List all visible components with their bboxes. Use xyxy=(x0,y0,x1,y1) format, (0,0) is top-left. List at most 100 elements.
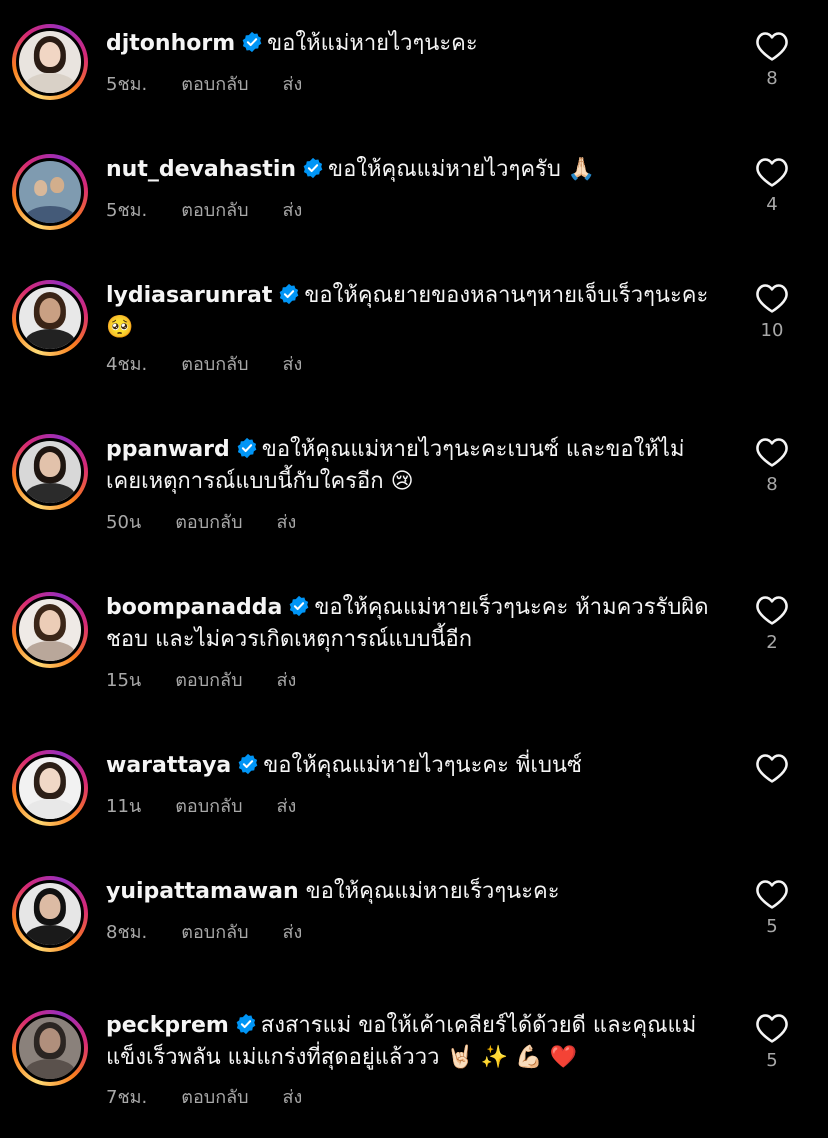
comment-time: 5ชม. xyxy=(106,74,148,95)
like-count: 2 xyxy=(766,632,778,653)
username[interactable]: djtonhorm xyxy=(106,31,235,56)
verified-badge-icon xyxy=(236,1013,256,1035)
comment-text: สงสารแม่ ขอให้เค้าเคลียร์ได้ด้วยดี และคุ… xyxy=(260,1013,697,1038)
avatar-story-ring[interactable] xyxy=(12,280,88,356)
avatar-story-ring[interactable] xyxy=(12,750,88,826)
username[interactable]: lydiasarunrat xyxy=(106,283,272,308)
send-button[interactable]: ส่ง xyxy=(283,73,303,97)
heart-outline-icon[interactable] xyxy=(755,156,789,188)
comment-time: 7ชม. xyxy=(106,1087,148,1108)
verified-badge-icon xyxy=(237,437,257,459)
like-count: 8 xyxy=(766,68,778,89)
verified-badge-icon xyxy=(303,157,323,179)
avatar[interactable] xyxy=(16,596,84,664)
reply-button[interactable]: ตอบกลับ xyxy=(181,199,248,223)
reply-button[interactable]: ตอบกลับ xyxy=(181,1086,248,1110)
avatar[interactable] xyxy=(16,438,84,506)
comment-meta: 15น ตอบกลับ ส่ง xyxy=(106,669,296,693)
reply-button[interactable]: ตอบกลับ xyxy=(181,921,248,945)
comment-text: ขอให้แม่หายไวๆนะคะ xyxy=(267,31,478,56)
reply-button[interactable]: ตอบกลับ xyxy=(181,353,248,377)
username[interactable]: yuipattamawan xyxy=(106,879,299,904)
heart-outline-icon[interactable] xyxy=(755,1012,789,1044)
heart-outline-icon[interactable] xyxy=(755,878,789,910)
comment-line: ppanward ขอให้คุณแม่หายไวๆนะคะเบนซ์ และขอ… xyxy=(106,434,722,466)
send-button[interactable]: ส่ง xyxy=(283,353,303,377)
comment-meta: 4ชม. ตอบกลับ ส่ง xyxy=(106,353,302,377)
avatar-story-ring[interactable] xyxy=(12,876,88,952)
like-button[interactable]: 8 xyxy=(752,30,792,89)
comment-text: ขอให้คุณแม่หายเร็วๆนะคะ ห้ามควรรับผิด xyxy=(314,595,709,620)
send-button[interactable]: ส่ง xyxy=(283,1086,303,1110)
send-button[interactable]: ส่ง xyxy=(277,511,297,535)
reply-button[interactable]: ตอบกลับ xyxy=(175,669,242,693)
avatar-story-ring[interactable] xyxy=(12,154,88,230)
avatar[interactable] xyxy=(16,880,84,948)
comment-text: ขอให้คุณแม่หายไวๆนะคะเบนซ์ และขอให้ไม่ xyxy=(261,437,685,462)
comment-meta: 50น ตอบกลับ ส่ง xyxy=(106,511,296,535)
heart-outline-icon[interactable] xyxy=(755,282,789,314)
comment-time: 15น xyxy=(106,670,142,691)
comment-line: peckprem สงสารแม่ ขอให้เค้าเคลียร์ได้ด้วย… xyxy=(106,1010,722,1042)
verified-badge-icon xyxy=(242,31,262,53)
like-button[interactable]: 8 xyxy=(752,436,792,495)
avatar-story-ring[interactable] xyxy=(12,24,88,100)
comment-line: nut_devahastin ขอให้คุณแม่หายไวๆครับ 🙏🏻 xyxy=(106,154,722,186)
heart-outline-icon[interactable] xyxy=(755,594,789,626)
comment-meta: 7ชม. ตอบกลับ ส่ง xyxy=(106,1086,302,1110)
avatar[interactable] xyxy=(16,754,84,822)
like-count: 10 xyxy=(760,320,784,341)
reply-button[interactable]: ตอบกลับ xyxy=(175,795,242,819)
avatar[interactable] xyxy=(16,1014,84,1082)
comment-line: yuipattamawan ขอให้คุณแม่หายเร็วๆนะคะ xyxy=(106,876,722,908)
reply-button[interactable]: ตอบกลับ xyxy=(175,511,242,535)
username[interactable]: warattaya xyxy=(106,753,231,778)
like-button[interactable] xyxy=(752,752,792,790)
verified-badge-icon xyxy=(289,595,309,617)
username[interactable]: peckprem xyxy=(106,1013,229,1038)
send-button[interactable]: ส่ง xyxy=(277,669,297,693)
avatar[interactable] xyxy=(16,28,84,96)
heart-outline-icon[interactable] xyxy=(755,30,789,62)
username[interactable]: nut_devahastin xyxy=(106,157,296,182)
like-button[interactable]: 5 xyxy=(752,1012,792,1071)
comment-time: 4ชม. xyxy=(106,354,148,375)
avatar-story-ring[interactable] xyxy=(12,592,88,668)
comment-text: ขอให้คุณแม่หายไวๆครับ 🙏🏻 xyxy=(328,157,596,182)
like-button[interactable]: 10 xyxy=(752,282,792,341)
username[interactable]: ppanward xyxy=(106,437,230,462)
heart-outline-icon[interactable] xyxy=(755,752,789,784)
like-count: 4 xyxy=(766,194,778,215)
avatar[interactable] xyxy=(16,158,84,226)
comment-text: ขอให้คุณแม่หายเร็วๆนะคะ xyxy=(305,879,560,904)
send-button[interactable]: ส่ง xyxy=(277,795,297,819)
comment-time: 8ชม. xyxy=(106,922,148,943)
like-count: 8 xyxy=(766,474,778,495)
comment-time: 11น xyxy=(106,796,142,817)
like-count: 5 xyxy=(766,916,778,937)
comment-meta: 8ชม. ตอบกลับ ส่ง xyxy=(106,921,302,945)
send-button[interactable]: ส่ง xyxy=(283,921,303,945)
avatar-story-ring[interactable] xyxy=(12,434,88,510)
comment-line: djtonhorm ขอให้แม่หายไวๆนะคะ xyxy=(106,28,722,60)
avatar-story-ring[interactable] xyxy=(12,1010,88,1086)
username[interactable]: boompanadda xyxy=(106,595,282,620)
comment-time: 5ชม. xyxy=(106,200,148,221)
like-button[interactable]: 5 xyxy=(752,878,792,937)
heart-outline-icon[interactable] xyxy=(755,436,789,468)
comment-line: boompanadda ขอให้คุณแม่หายเร็วๆนะคะ ห้ามค… xyxy=(106,592,722,624)
like-button[interactable]: 4 xyxy=(752,156,792,215)
send-button[interactable]: ส่ง xyxy=(283,199,303,223)
comment-text: ขอให้คุณแม่หายไวๆนะคะ พี่เบนซ์ xyxy=(263,753,582,778)
comment-line: แข็งเร็วพลัน แม่แกร่งที่สุดอยู่แล้ววว 🤘🏻… xyxy=(106,1045,577,1070)
avatar[interactable] xyxy=(16,284,84,352)
comment-time: 50น xyxy=(106,512,142,533)
comment-meta: 11น ตอบกลับ ส่ง xyxy=(106,795,296,819)
verified-badge-icon xyxy=(279,283,299,305)
comment-line: ชอบ และไม่ควรเกิดเหตุการณ์แบบนี้อีก xyxy=(106,627,473,652)
verified-badge-icon xyxy=(238,753,258,775)
comment-line: lydiasarunrat ขอให้คุณยายของหลานๆหายเจ็บเ… xyxy=(106,280,722,312)
comment-text: ขอให้คุณยายของหลานๆหายเจ็บเร็วๆนะคะ xyxy=(304,283,709,308)
like-button[interactable]: 2 xyxy=(752,594,792,653)
reply-button[interactable]: ตอบกลับ xyxy=(181,73,248,97)
